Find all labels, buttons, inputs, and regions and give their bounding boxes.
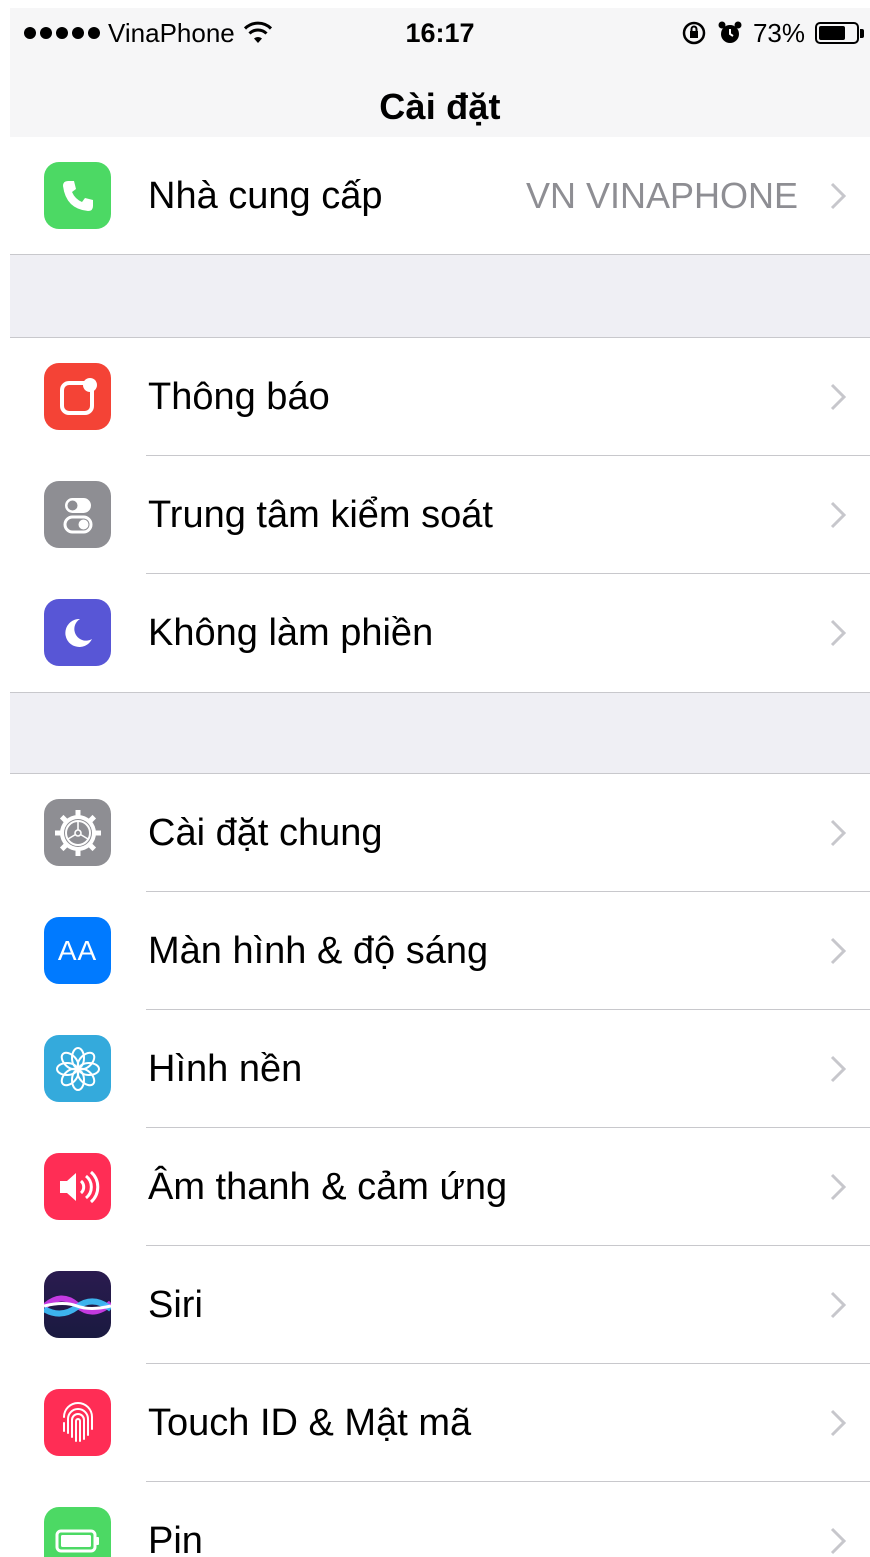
status-bar: VinaPhone 16:17 73% bbox=[10, 8, 870, 58]
battery-icon bbox=[44, 1507, 111, 1557]
orientation-lock-icon bbox=[682, 21, 706, 45]
chevron-right-icon bbox=[830, 819, 846, 847]
settings-row-carrier[interactable]: Nhà cung cấp VN VINAPHONE bbox=[10, 137, 870, 255]
settings-row-label: Thông báo bbox=[148, 375, 330, 418]
siri-icon bbox=[44, 1271, 111, 1338]
chevron-right-icon bbox=[830, 937, 846, 965]
section-separator bbox=[10, 692, 870, 774]
wifi-icon bbox=[243, 21, 272, 43]
settings-row-label: Màn hình & độ sáng bbox=[148, 929, 489, 972]
section-separator bbox=[10, 254, 870, 338]
chevron-right-icon bbox=[830, 383, 846, 411]
control-center-icon bbox=[44, 481, 111, 548]
chevron-right-icon bbox=[830, 1409, 846, 1437]
chevron-right-icon bbox=[830, 1055, 846, 1083]
display-brightness-icon: AA bbox=[44, 917, 111, 984]
chevron-right-icon bbox=[830, 501, 846, 529]
battery-icon bbox=[815, 22, 864, 44]
settings-row-label: Touch ID & Mật mã bbox=[148, 1401, 472, 1444]
settings-row-label: Nhà cung cấp bbox=[148, 174, 383, 217]
settings-row-touch-id[interactable]: Touch ID & Mật mã bbox=[10, 1364, 870, 1482]
settings-row-sounds-haptics[interactable]: Âm thanh & cảm ứng bbox=[10, 1128, 870, 1246]
gear-icon bbox=[44, 799, 111, 866]
alarm-icon bbox=[718, 21, 742, 43]
settings-row-siri[interactable]: Siri bbox=[10, 1246, 870, 1364]
settings-row-control-center[interactable]: Trung tâm kiểm soát bbox=[10, 456, 870, 574]
notifications-icon bbox=[44, 363, 111, 430]
phone-icon bbox=[44, 162, 111, 229]
settings-row-battery[interactable]: Pin bbox=[10, 1482, 870, 1557]
chevron-right-icon bbox=[830, 1291, 846, 1319]
settings-row-label: Siri bbox=[148, 1283, 203, 1326]
settings-row-label: Hình nền bbox=[148, 1047, 303, 1090]
moon-icon bbox=[44, 599, 111, 666]
carrier-name: VinaPhone bbox=[108, 17, 235, 48]
settings-row-general[interactable]: Cài đặt chung bbox=[10, 774, 870, 892]
settings-row-label: Cài đặt chung bbox=[148, 811, 383, 854]
fingerprint-icon bbox=[44, 1389, 111, 1456]
settings-row-wallpaper[interactable]: Hình nền bbox=[10, 1010, 870, 1128]
chevron-right-icon bbox=[830, 619, 846, 647]
page-title: Cài đặt bbox=[379, 85, 501, 127]
signal-strength-icon bbox=[24, 27, 100, 39]
settings-row-do-not-disturb[interactable]: Không làm phiền bbox=[10, 574, 870, 692]
settings-row-display-brightness[interactable]: AA Màn hình & độ sáng bbox=[10, 892, 870, 1010]
speaker-icon bbox=[44, 1153, 111, 1220]
settings-row-label: Trung tâm kiểm soát bbox=[148, 493, 493, 536]
settings-row-label: Không làm phiền bbox=[148, 611, 434, 654]
battery-percent: 73% bbox=[752, 17, 805, 48]
wallpaper-flower-icon bbox=[44, 1035, 111, 1102]
settings-row-notifications[interactable]: Thông báo bbox=[10, 338, 870, 456]
settings-row-label: Âm thanh & cảm ứng bbox=[148, 1165, 508, 1208]
settings-row-label: Pin bbox=[148, 1519, 203, 1557]
chevron-right-icon bbox=[830, 1173, 846, 1201]
chevron-right-icon bbox=[830, 1527, 846, 1555]
carrier-value: VN VINAPHONE bbox=[525, 175, 798, 216]
chevron-right-icon bbox=[830, 182, 846, 210]
